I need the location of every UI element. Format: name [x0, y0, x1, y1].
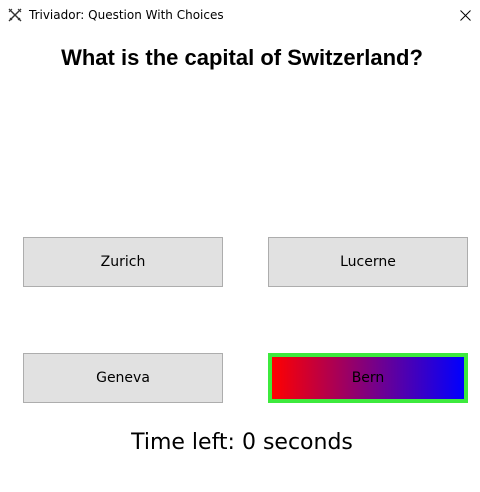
title-bar: Triviador: Question With Choices [0, 0, 480, 30]
choice-label: Bern [351, 370, 385, 386]
trivia-window: Triviador: Question With Choices What is… [0, 0, 480, 492]
close-button[interactable] [451, 0, 480, 30]
timer-text: Time left: 0 seconds [131, 430, 353, 455]
close-icon [460, 9, 471, 21]
crossed-swords-icon [8, 8, 22, 22]
question-text: What is the capital of Switzerland? [61, 45, 423, 70]
choice-label: Geneva [96, 370, 150, 386]
choice-label: Zurich [100, 254, 146, 270]
window-title: Triviador: Question With Choices [29, 8, 224, 22]
choice-button-lucerne[interactable]: Lucerne [268, 237, 468, 287]
choice-button-geneva[interactable]: Geneva [23, 353, 223, 403]
choice-label: Lucerne [340, 254, 396, 270]
choice-button-zurich[interactable]: Zurich [23, 237, 223, 287]
choice-button-bern[interactable]: Bern [268, 353, 468, 403]
